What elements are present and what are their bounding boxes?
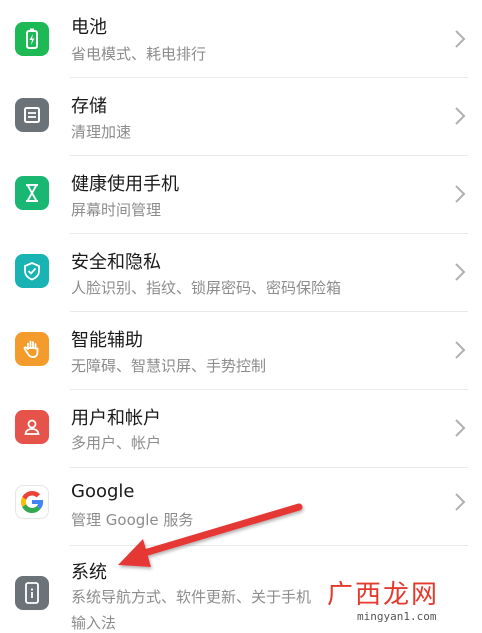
settings-item-security-privacy[interactable]: 安全和隐私 人脸识别、指纹、锁屏密码、密码保险箱 — [0, 234, 482, 312]
settings-item-title: Google — [71, 481, 135, 502]
settings-item-subtitle: 省电模式、耗电排行 — [71, 45, 207, 63]
watermark-logo: 广西龙网 — [327, 580, 440, 610]
settings-item-users-accounts[interactable]: 用户和帐户 多用户、帐户 — [0, 390, 482, 468]
chevron-right-icon — [455, 30, 466, 48]
settings-item-title: 存储 — [71, 96, 107, 117]
watermark: 广西龙网 mingyan1.com — [327, 574, 477, 624]
settings-item-battery[interactable]: 电池 省电模式、耗电排行 — [0, 0, 482, 78]
settings-item-subtitle: 人脸识别、指纹、锁屏密码、密码保险箱 — [71, 279, 342, 297]
user-icon — [15, 410, 49, 444]
settings-item-title: 健康使用手机 — [71, 174, 179, 195]
chevron-right-icon — [455, 263, 466, 281]
chevron-right-icon — [455, 185, 466, 203]
settings-item-smart-assistance[interactable]: 智能辅助 无障碍、智慧识屏、手势控制 — [0, 312, 482, 390]
phone-info-icon — [15, 576, 49, 610]
settings-item-subtitle: 屏幕时间管理 — [71, 201, 162, 219]
settings-item-digital-wellbeing[interactable]: 健康使用手机 屏幕时间管理 — [0, 156, 482, 234]
chevron-right-icon — [455, 493, 466, 511]
google-icon — [15, 485, 49, 519]
hourglass-icon — [15, 176, 49, 210]
chevron-right-icon — [455, 419, 466, 437]
hand-icon — [15, 332, 49, 366]
chevron-right-icon — [455, 107, 466, 125]
battery-icon — [15, 22, 49, 56]
settings-item-subtitle: 管理 Google 服务 — [71, 511, 194, 529]
settings-item-title: 系统 — [71, 562, 107, 583]
system-subtitle-overflow: 输入法 — [71, 614, 117, 632]
settings-item-title: 安全和隐私 — [71, 252, 161, 273]
settings-item-subtitle: 清理加速 — [71, 123, 132, 141]
settings-item-title: 用户和帐户 — [71, 408, 161, 429]
settings-item-google[interactable]: Google 管理 Google 服务 — [0, 468, 482, 546]
storage-icon — [15, 98, 49, 132]
chevron-right-icon — [455, 341, 466, 359]
settings-item-subtitle: 系统导航方式、软件更新、关于手机 — [71, 588, 312, 606]
settings-item-subtitle: 多用户、帐户 — [71, 434, 162, 452]
watermark-url: mingyan1.com — [357, 610, 437, 623]
settings-item-title: 电池 — [71, 17, 107, 38]
shield-icon — [15, 254, 49, 288]
settings-list: 电池 省电模式、耗电排行 存储 清理加速 健康使用手机 屏幕时间管理 安全和隐私… — [0, 0, 482, 632]
settings-item-storage[interactable]: 存储 清理加速 — [0, 78, 482, 156]
settings-item-title: 智能辅助 — [71, 330, 143, 351]
settings-item-subtitle: 无障碍、智慧识屏、手势控制 — [71, 357, 267, 375]
